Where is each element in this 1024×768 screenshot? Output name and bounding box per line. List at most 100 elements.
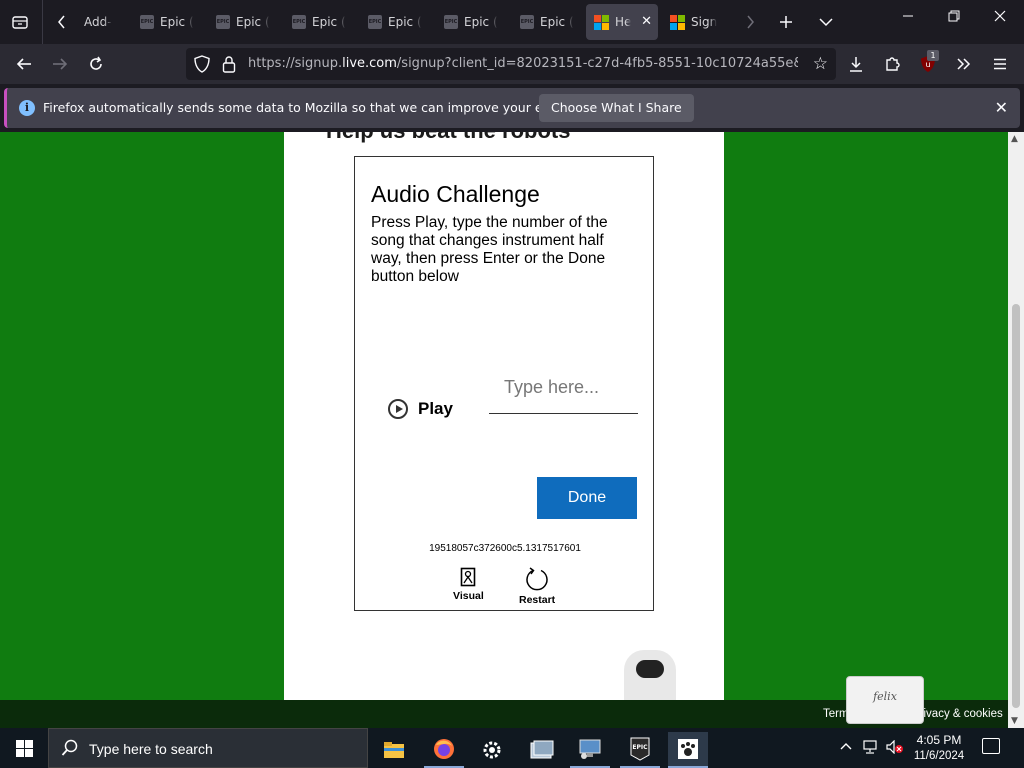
- window-close-icon[interactable]: [990, 10, 1010, 26]
- done-button[interactable]: Done: [537, 477, 637, 519]
- answer-input[interactable]: [489, 369, 638, 405]
- search-placeholder: Type here to search: [89, 741, 213, 757]
- visual-label: Visual: [453, 590, 484, 602]
- microsoft-icon: [594, 14, 609, 30]
- signup-card: Help us beat the robots Audio Challenge …: [284, 132, 724, 700]
- visual-puzzle-icon: [461, 567, 476, 587]
- tab-sign-in[interactable]: Sign: [662, 4, 736, 40]
- svg-text:u: u: [925, 60, 930, 69]
- cat-advert-image: [624, 650, 676, 700]
- felix-advert-box: felix: [846, 676, 924, 724]
- svg-text:EPIC: EPIC: [632, 744, 648, 751]
- restore-icon[interactable]: [944, 10, 964, 26]
- action-center-notification-icon[interactable]: [982, 738, 1000, 754]
- tab-epic-5[interactable]: EPIC Epic (: [436, 4, 510, 40]
- restart-button[interactable]: Restart: [519, 567, 555, 606]
- visual-challenge-button[interactable]: Visual: [453, 567, 484, 602]
- back-icon[interactable]: [12, 52, 36, 76]
- tracking-protection-shield-icon[interactable]: [194, 55, 210, 77]
- page-heading: Help us beat the robots: [326, 132, 570, 144]
- answer-input-wrapper: [489, 369, 638, 414]
- privacy-cookies-link[interactable]: Privacy & cookies: [912, 708, 1003, 720]
- lock-icon[interactable]: [222, 55, 236, 77]
- epic-games-launcher-icon[interactable]: EPIC: [620, 732, 660, 768]
- clock-date: 11/6/2024: [913, 750, 965, 762]
- tab-separator: [42, 0, 43, 44]
- tab-scroll-right-icon[interactable]: [736, 8, 764, 36]
- settings-gear-icon[interactable]: [472, 732, 512, 768]
- tab-strip: Add- EPIC Epic ( EPIC Epic ( EPIC Epic ( EP…: [0, 0, 1024, 44]
- extensions-puzzle-icon[interactable]: [880, 52, 904, 76]
- more-tools-chevron-icon[interactable]: [952, 52, 976, 76]
- tab-label: Sign: [691, 15, 718, 29]
- challenge-instructions: Press Play, type the number of the song …: [371, 214, 608, 285]
- hamburger-menu-icon[interactable]: [988, 52, 1012, 76]
- play-icon: [388, 399, 408, 419]
- data-collection-notification: i Firefox automatically sends some data …: [4, 88, 1020, 128]
- url-bar[interactable]: https://signup.live.com/signup?client_id…: [186, 48, 836, 80]
- list-all-tabs-icon[interactable]: [812, 8, 840, 36]
- bookmark-star-icon[interactable]: ☆: [813, 54, 828, 74]
- epic-games-icon: EPIC: [368, 15, 382, 29]
- microsoft-icon: [670, 14, 685, 30]
- firefox-view-icon[interactable]: [6, 8, 34, 36]
- close-notification-icon[interactable]: ✕: [995, 98, 1008, 117]
- tab-label: Epic (: [236, 15, 270, 29]
- show-hidden-icons-chevron[interactable]: [840, 740, 852, 754]
- choose-what-i-share-button[interactable]: Choose What I Share: [539, 94, 694, 122]
- tab-label: He: [615, 15, 632, 29]
- epic-games-icon: EPIC: [444, 15, 458, 29]
- epic-games-icon: EPIC: [216, 15, 230, 29]
- session-token: 19518057c372600c5.1317517601: [429, 543, 581, 554]
- url-prefix: https://signup.: [248, 56, 343, 71]
- tab-label: Add-: [84, 15, 112, 29]
- play-label: Play: [418, 399, 453, 418]
- scrollbar-thumb[interactable]: [1012, 304, 1020, 708]
- tab-scroll-left-icon[interactable]: [48, 8, 76, 36]
- tab-epic-1[interactable]: EPIC Epic (: [132, 4, 206, 40]
- volume-muted-icon[interactable]: [886, 739, 904, 757]
- epic-games-icon: EPIC: [520, 15, 534, 29]
- file-explorer-icon[interactable]: [374, 732, 414, 768]
- notification-message: Firefox automatically sends some data to…: [43, 100, 609, 115]
- windows-start-icon[interactable]: [16, 740, 33, 757]
- tab-close-icon[interactable]: ✕: [641, 14, 652, 29]
- extension-badge: 1: [927, 50, 939, 61]
- tab-label: Epic (: [312, 15, 346, 29]
- audio-challenge-panel: Audio Challenge Press Play, type the num…: [354, 156, 654, 611]
- minimize-icon[interactable]: [898, 10, 918, 26]
- forward-icon[interactable]: [48, 52, 72, 76]
- tab-epic-6[interactable]: EPIC Epic (: [512, 4, 586, 40]
- search-icon: [61, 739, 79, 761]
- url-rest: /signup?client_id=82023151-c27d-4fb5-855…: [396, 56, 798, 71]
- tab-epic-4[interactable]: EPIC Epic (: [360, 4, 434, 40]
- windows-taskbar: Type here to search EPIC 4:05 PM 11/6/20…: [0, 728, 1024, 768]
- tab-label: Epic (: [160, 15, 194, 29]
- photos-app-icon[interactable]: [522, 732, 562, 768]
- system-clock[interactable]: 4:05 PM 11/6/2024: [912, 732, 966, 764]
- restart-icon: [526, 567, 548, 591]
- scroll-up-icon[interactable]: ▲: [1011, 134, 1018, 144]
- reload-icon[interactable]: [84, 52, 108, 76]
- tab-label: Epic (: [540, 15, 574, 29]
- pawprint-app-icon[interactable]: [668, 732, 708, 768]
- play-button[interactable]: Play: [388, 399, 453, 419]
- remote-desktop-icon[interactable]: [570, 732, 610, 768]
- clock-time: 4:05 PM: [916, 733, 962, 747]
- taskbar-search-box[interactable]: Type here to search: [48, 728, 368, 768]
- tab-label: Epic (: [388, 15, 422, 29]
- network-icon[interactable]: [862, 740, 878, 757]
- new-tab-icon[interactable]: [772, 8, 800, 36]
- downloads-icon[interactable]: [844, 52, 868, 76]
- url-text[interactable]: https://signup.live.com/signup?client_id…: [248, 56, 798, 71]
- firefox-icon[interactable]: [424, 732, 464, 768]
- tab-epic-2[interactable]: EPIC Epic (: [208, 4, 282, 40]
- epic-games-icon: EPIC: [140, 15, 154, 29]
- scroll-down-icon[interactable]: ▼: [1011, 716, 1018, 726]
- page-scrollbar[interactable]: ▲ ▼: [1008, 132, 1024, 728]
- tab-epic-3[interactable]: EPIC Epic (: [284, 4, 358, 40]
- restart-label: Restart: [519, 594, 556, 606]
- tab-active-microsoft[interactable]: He ✕: [586, 4, 658, 40]
- navigation-toolbar: https://signup.live.com/signup?client_id…: [0, 44, 1024, 84]
- info-icon: i: [19, 100, 35, 116]
